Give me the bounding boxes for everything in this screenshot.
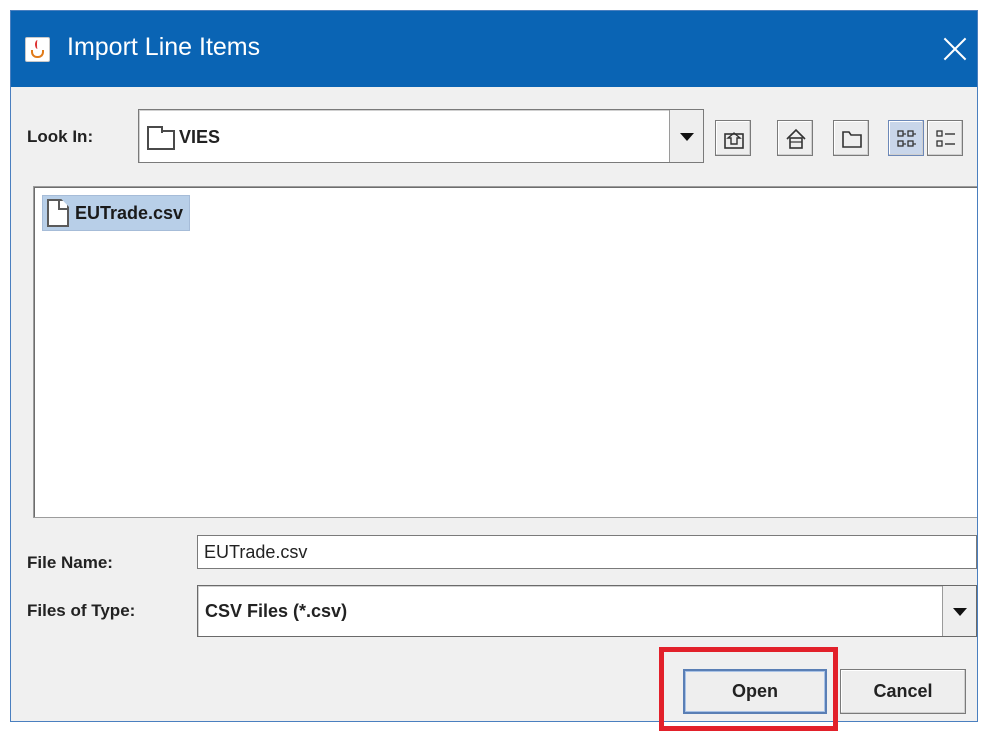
files-of-type-label: Files of Type: [27, 601, 136, 620]
list-view-icon [897, 130, 916, 147]
java-cup-icon [25, 37, 50, 62]
open-button[interactable]: Open [683, 669, 827, 714]
file-icon [47, 199, 69, 227]
details-view-icon [936, 130, 955, 147]
chevron-down-icon[interactable] [942, 586, 976, 636]
new-folder-button[interactable] [833, 120, 869, 156]
look-in-label: Look In: [27, 127, 94, 146]
files-of-type-value: CSV Files (*.csv) [205, 601, 348, 621]
cancel-button[interactable]: Cancel [840, 669, 966, 714]
import-dialog: Import Line Items Look In: VIES EUTrade.… [10, 10, 978, 722]
list-view-button[interactable] [888, 120, 924, 156]
close-icon[interactable] [937, 31, 973, 67]
file-name-label: EUTrade.csv [75, 202, 184, 223]
home-icon [786, 128, 806, 149]
up-one-level-button[interactable] [715, 120, 751, 156]
files-of-type-combo[interactable]: CSV Files (*.csv) [197, 585, 977, 637]
look-in-value: VIES [179, 127, 221, 147]
file-list[interactable]: EUTrade.csv [33, 186, 977, 518]
file-name-field[interactable] [197, 535, 977, 569]
new-folder-icon [842, 131, 862, 148]
file-name-label: File Name: [27, 553, 113, 572]
title-bar[interactable]: Import Line Items [11, 11, 977, 87]
folder-icon [147, 126, 175, 150]
chevron-down-icon[interactable] [669, 110, 703, 162]
look-in-combo[interactable]: VIES [138, 109, 704, 163]
up-folder-icon [724, 132, 744, 149]
dialog-title: Import Line Items [67, 33, 261, 61]
list-item[interactable]: EUTrade.csv [42, 195, 191, 231]
details-view-button[interactable] [927, 120, 963, 156]
home-button[interactable] [777, 120, 813, 156]
